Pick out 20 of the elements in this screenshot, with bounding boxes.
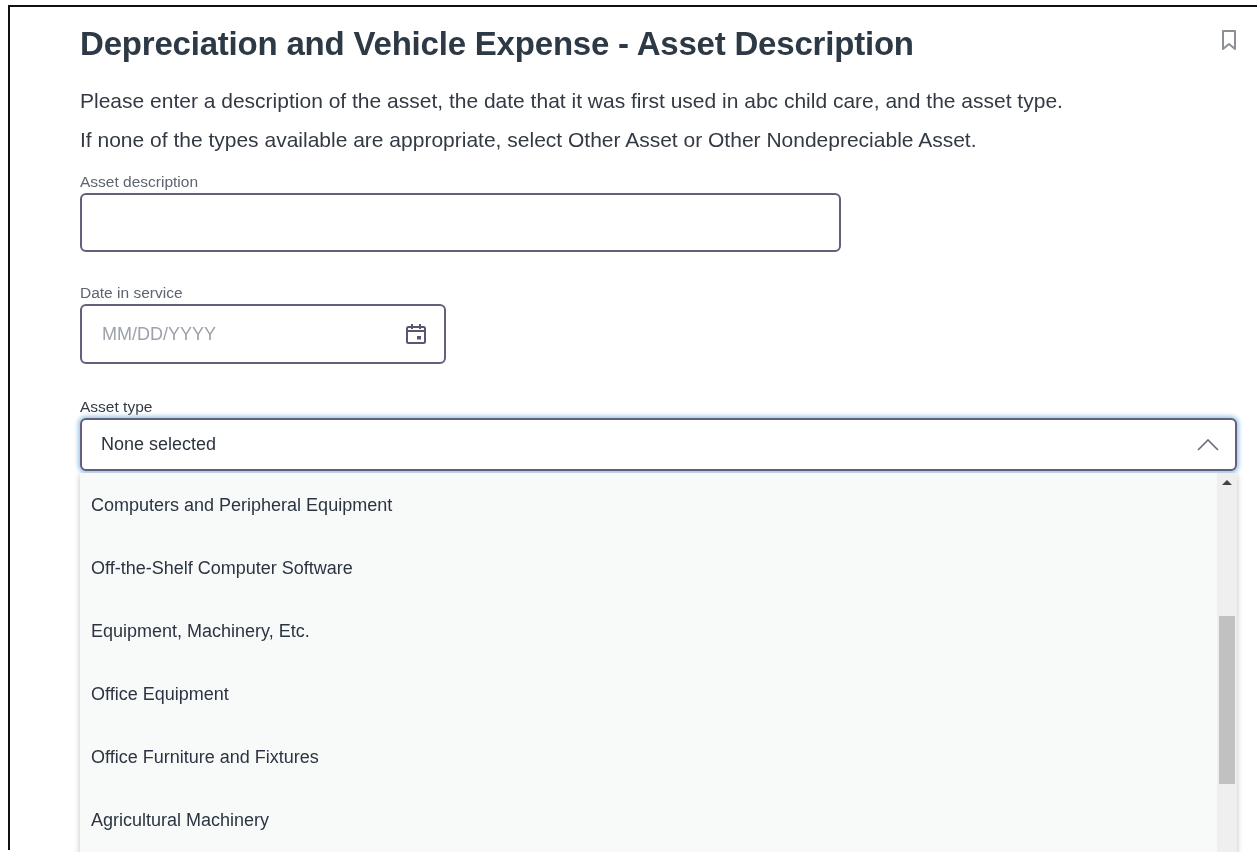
instructions-text: Please enter a description of the asset, the date that it was first used in abc child care, and the asset type. If none of the types available are appropriate, select Other Asset or Other Nondepreciable Asset.: [80, 88, 1064, 153]
field-label: Date in service: [80, 284, 184, 302]
scroll-up-arrow-icon[interactable]: [1222, 480, 1232, 485]
scrollbar[interactable]: [1217, 473, 1237, 852]
dropdown-option[interactable]: Off-the-Shelf Computer Software: [80, 546, 1217, 609]
field-label: Asset description: [80, 173, 200, 191]
calendar-icon[interactable]: [404, 322, 428, 346]
text-input-field[interactable]: [80, 193, 841, 252]
dropdown-option[interactable]: Agricultural Machinery: [80, 798, 1217, 852]
field-label: Asset type: [80, 398, 154, 416]
bookmark-icon[interactable]: [1221, 29, 1237, 51]
dropdown-option[interactable]: Office Equipment: [80, 672, 1217, 735]
dropdown-field[interactable]: None selected: [80, 418, 1237, 471]
dropdown-option[interactable]: Office Furniture and Fixtures: [80, 735, 1217, 798]
scrollbar-thumb[interactable]: [1219, 616, 1235, 784]
dropdown-option[interactable]: Equipment, Machinery, Etc.: [80, 609, 1217, 672]
caret-icon: [1197, 438, 1219, 451]
dropdown-option[interactable]: Computers and Peripheral Equipment: [80, 483, 1217, 546]
page-title: Depreciation and Vehicle Expense - Asset Description: [80, 25, 914, 63]
date-input-field[interactable]: MM/DD/YYYY: [80, 304, 446, 364]
